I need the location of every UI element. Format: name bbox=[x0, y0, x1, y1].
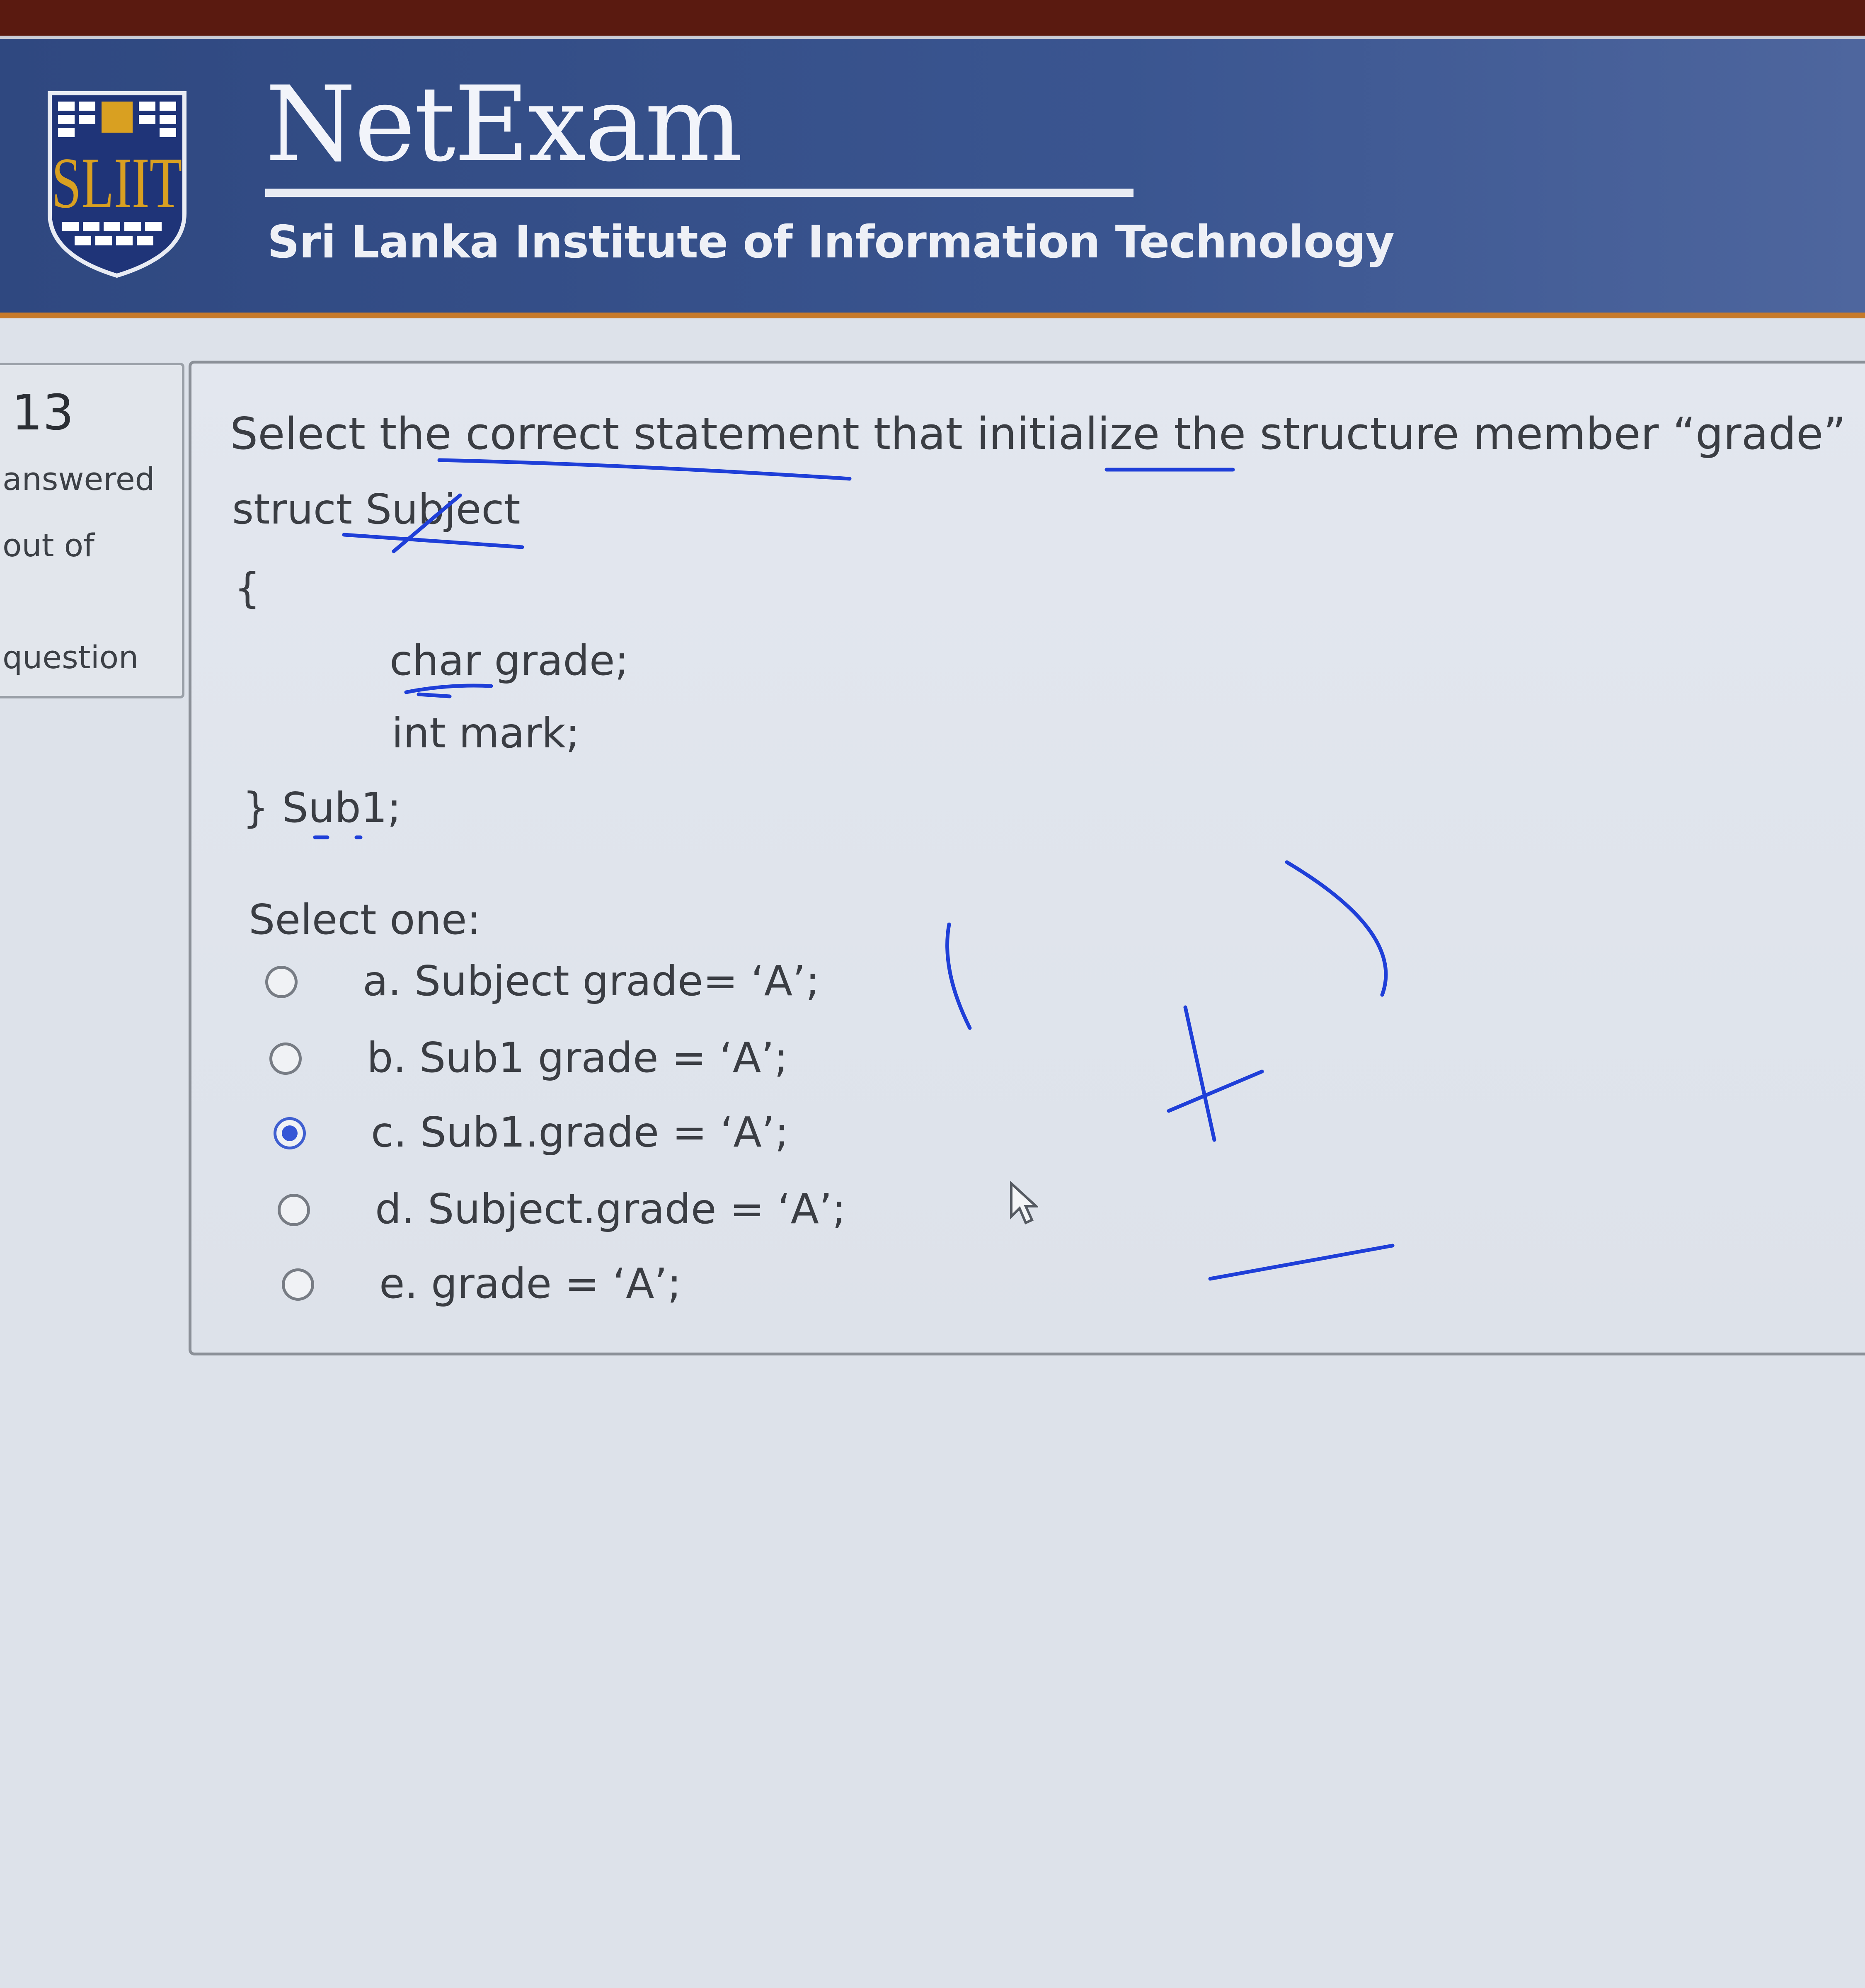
code-line: int mark; bbox=[392, 709, 580, 757]
brand-underline bbox=[265, 189, 1134, 197]
logo-text: SLIIT bbox=[52, 143, 182, 223]
option-label[interactable]: a. Subject grade= ‘A’; bbox=[363, 957, 820, 1005]
radio-c-selected[interactable] bbox=[274, 1117, 306, 1149]
option-label[interactable]: d. Subject.grade = ‘A’; bbox=[375, 1185, 846, 1233]
flag-question-label: question bbox=[2, 639, 139, 676]
option-label[interactable]: e. grade = ‘A’; bbox=[379, 1259, 681, 1308]
header-accent-bar bbox=[0, 313, 1865, 318]
status-answered: answered bbox=[2, 461, 155, 497]
option-label[interactable]: c. Sub1.grade = ‘A’; bbox=[371, 1108, 789, 1156]
code-line: } Sub1; bbox=[242, 783, 402, 832]
top-strip bbox=[0, 0, 1865, 36]
institute-name: Sri Lanka Institute of Information Techn… bbox=[267, 216, 1395, 268]
marks-out-of: out of bbox=[2, 527, 94, 564]
option-label[interactable]: b. Sub1 grade = ‘A’; bbox=[367, 1033, 788, 1082]
code-line: { bbox=[234, 564, 261, 612]
mouse-cursor-icon bbox=[1010, 1181, 1038, 1225]
radio-e[interactable] bbox=[282, 1268, 314, 1301]
code-line: struct Subject bbox=[232, 485, 521, 533]
top-divider bbox=[0, 36, 1865, 39]
radio-a[interactable] bbox=[265, 966, 298, 998]
brand-title: NetExam bbox=[265, 64, 743, 184]
question-info-panel: 13 answered out of question bbox=[0, 363, 184, 698]
sliit-logo: SLIIT bbox=[48, 91, 186, 278]
question-prompt: Select the correct statement that initia… bbox=[230, 408, 1846, 459]
radio-b[interactable] bbox=[269, 1042, 302, 1075]
radio-d[interactable] bbox=[278, 1194, 310, 1226]
code-line: char grade; bbox=[390, 636, 629, 685]
select-one-label: Select one: bbox=[249, 895, 481, 944]
question-number: 13 bbox=[12, 384, 74, 441]
